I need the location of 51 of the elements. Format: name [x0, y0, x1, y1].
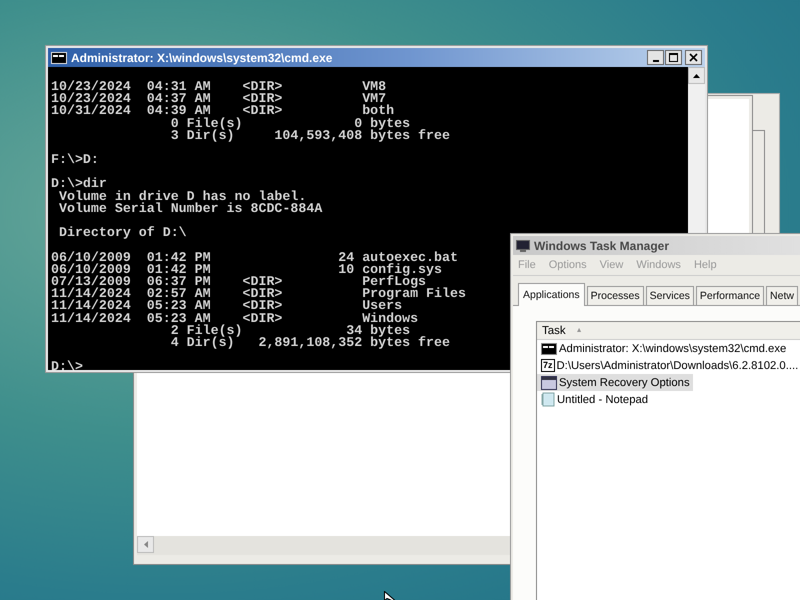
tab[interactable]: Applications [518, 283, 585, 306]
column-title: Task [542, 324, 566, 336]
console-line: Directory of D:\ [58, 227, 187, 240]
console-line: F:\>D: [51, 154, 99, 166]
task-row[interactable]: Untitled - Notepad [537, 391, 652, 408]
scroll-up-button[interactable] [688, 67, 705, 84]
console-line: 10/31/2024 04:39 AM <DIR> both [51, 105, 394, 118]
left-arrow-icon [144, 541, 148, 548]
console-line: 11/14/2024 05:23 AM <DIR> Users [51, 300, 402, 313]
notepad-icon [541, 392, 555, 407]
console-line: 4 Dir(s) 2,891,108,352 bytes free [170, 336, 450, 350]
console-line: 0 File(s) 0 bytes [170, 118, 410, 130]
window-title: Administrator: X:\windows\system32\cmd.exe [71, 50, 332, 64]
console-icon [541, 342, 557, 354]
console-line: Volume Serial Number is 8CDC-884A [58, 202, 322, 216]
task-row[interactable]: System Recovery Options [537, 374, 693, 391]
task-row[interactable]: Administrator: X:\windows\system32\cmd.exe [537, 340, 790, 357]
console-line: 10/23/2024 04:37 AM <DIR> VM7 [51, 93, 386, 106]
console-line: Volume in drive D has no label. [58, 190, 306, 203]
maximize-icon [669, 53, 678, 62]
window-icon [541, 376, 557, 390]
maximize-button[interactable] [665, 50, 682, 65]
console-line: 11/14/2024 02:57 AM <DIR> Program Files [51, 288, 466, 300]
archive-icon: 7z [541, 359, 555, 372]
task-name: System Recovery Options [559, 376, 690, 388]
up-arrow-icon [693, 74, 700, 78]
task-name: Administrator: X:\windows\system32\cmd.exe [559, 342, 786, 354]
console-line: 11/14/2024 05:23 AM <DIR> Windows [51, 312, 418, 325]
tab[interactable]: Netw [766, 286, 798, 305]
task-name: D:\Users\Administrator\Downloads\6.2.8102.0.... [556, 360, 798, 372]
close-button[interactable] [685, 50, 702, 65]
task-row[interactable]: 7z D:\Users\Administrator\Downloads\6.2.8102.0.... [537, 357, 800, 374]
console-line: 06/10/2009 01:42 PM 24 autoexec.bat [51, 252, 458, 264]
task-name: Untitled - Notepad [557, 394, 648, 406]
minimize-icon [652, 60, 658, 62]
close-icon [689, 53, 698, 62]
tab[interactable]: Services [646, 286, 694, 305]
scroll-left-button[interactable] [137, 536, 154, 553]
console-line: 2 File(s) 34 bytes [170, 324, 410, 337]
console-line: D:\>dir [51, 178, 107, 191]
tab[interactable]: Performance [696, 286, 764, 305]
console-icon [51, 52, 67, 64]
mouse-pointer-icon [384, 591, 396, 600]
console-line: 10/23/2024 04:31 AM <DIR> VM8 [51, 80, 386, 94]
tab[interactable]: Processes [586, 286, 644, 305]
window-title: Windows Task Manager [534, 238, 670, 252]
console-line: 3 Dir(s) 104,593,408 bytes free [170, 130, 450, 142]
minimize-button[interactable] [647, 50, 664, 65]
monitor-icon [516, 240, 530, 252]
console-line: 07/13/2009 06:37 PM <DIR> PerfLogs [51, 276, 426, 288]
console-line: 06/10/2009 01:42 PM 10 config.sys [51, 264, 442, 276]
